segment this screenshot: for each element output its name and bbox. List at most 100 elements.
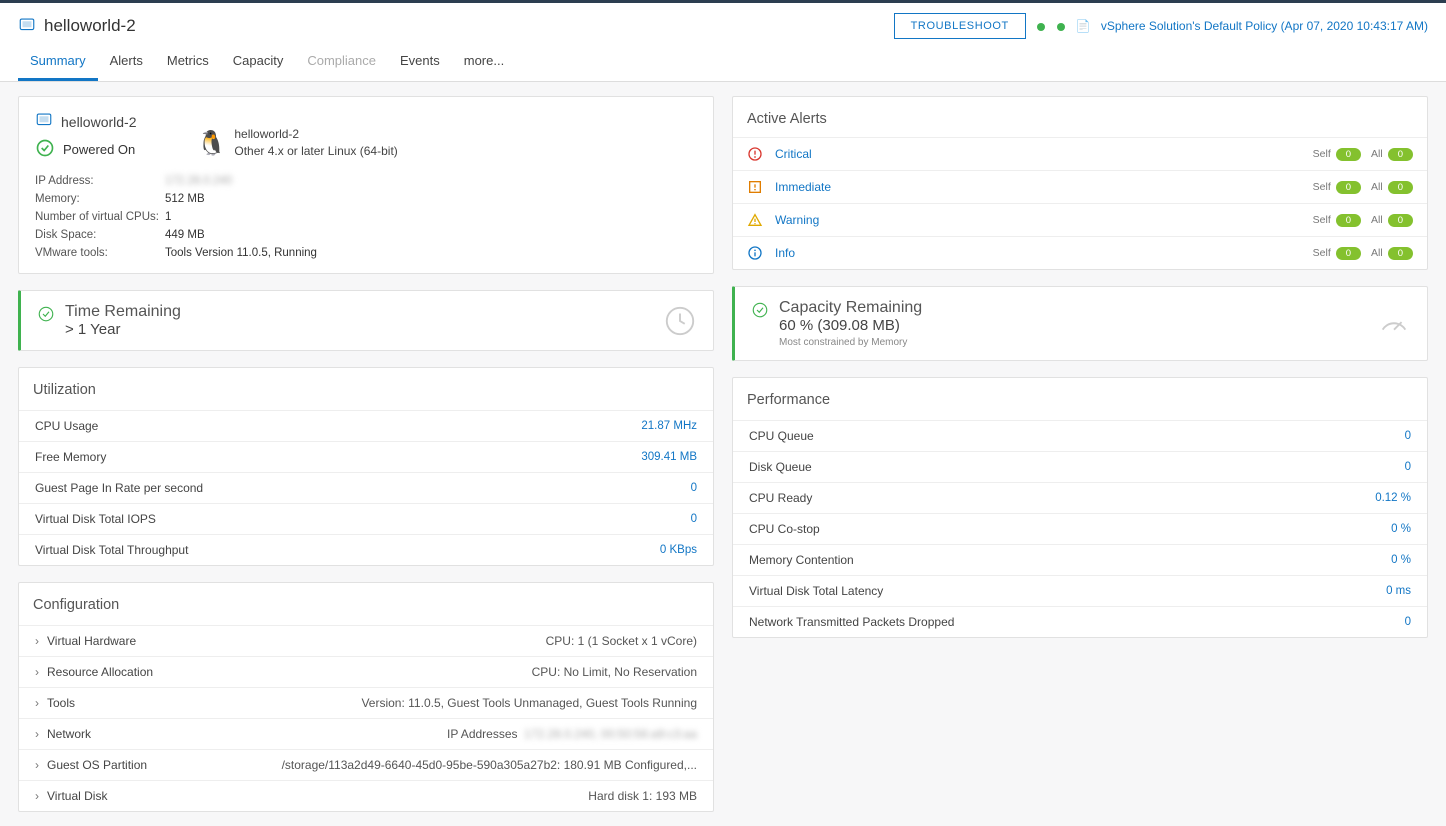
- metric-value[interactable]: 0: [691, 482, 697, 494]
- utilization-title: Utilization: [19, 368, 713, 410]
- config-label: Resource Allocation: [47, 665, 153, 679]
- os-vm-name: helloworld-2: [234, 126, 397, 143]
- prop-label-ip: IP Address:: [35, 175, 165, 187]
- vm-summary-card: helloworld-2 Powered On 🐧 helloworld-2: [18, 96, 714, 274]
- alert-all-count[interactable]: 0: [1388, 247, 1413, 260]
- alert-self-label: Self: [1313, 148, 1331, 160]
- alert-self-count[interactable]: 0: [1336, 247, 1361, 260]
- prop-label-mem: Memory:: [35, 193, 165, 205]
- alert-self-label: Self: [1313, 214, 1331, 226]
- performance-title: Performance: [733, 378, 1427, 420]
- expand-chevron-icon[interactable]: ›: [35, 758, 39, 772]
- expand-chevron-icon[interactable]: ›: [35, 696, 39, 710]
- config-row: › Virtual Disk Hard disk 1: 193 MB: [19, 780, 713, 811]
- time-remaining-card: Time Remaining > 1 Year: [18, 290, 714, 351]
- network-details: 172.28.0.240, 00:50:56:a9:c3:aa: [524, 727, 697, 741]
- config-row: › Virtual Hardware CPU: 1 (1 Socket x 1 vC…: [19, 625, 713, 656]
- metric-label: Memory Contention: [749, 553, 854, 567]
- alert-row-critical: Critical Self 0 All 0: [733, 137, 1427, 170]
- config-value: IP Addresses 172.28.0.240, 00:50:56:a9:c…: [447, 727, 697, 741]
- metric-label: CPU Co-stop: [749, 522, 820, 536]
- troubleshoot-button[interactable]: TROUBLESHOOT: [894, 13, 1026, 39]
- capacity-remaining-card: Capacity Remaining 60 % (309.08 MB) Most…: [732, 286, 1428, 361]
- config-value: Hard disk 1: 193 MB: [588, 789, 697, 803]
- alert-self-count[interactable]: 0: [1336, 214, 1361, 227]
- alert-all-count[interactable]: 0: [1388, 214, 1413, 227]
- prop-value-ip: 172.28.0.240: [165, 175, 697, 187]
- configuration-card: Configuration › Virtual Hardware CPU: 1 (1…: [18, 582, 714, 812]
- alert-level-link[interactable]: Critical: [775, 147, 1301, 161]
- tab-metrics[interactable]: Metrics: [155, 39, 221, 81]
- metric-value[interactable]: 309.41 MB: [641, 451, 697, 463]
- metric-label: CPU Ready: [749, 491, 812, 505]
- tab-events[interactable]: Events: [388, 39, 452, 81]
- config-row: ›ToolsVersion: 11.0.5, Guest Tools Unman…: [19, 687, 713, 718]
- configuration-title: Configuration: [19, 583, 713, 625]
- page-header: helloworld-2 TROUBLESHOOT 📄 vSphere Solu…: [0, 3, 1446, 39]
- alert-all-count[interactable]: 0: [1388, 181, 1413, 194]
- metric-value[interactable]: 0: [1405, 430, 1411, 442]
- utilization-row: Virtual Disk Total IOPS0: [19, 503, 713, 534]
- tab-capacity[interactable]: Capacity: [221, 39, 296, 81]
- performance-row: CPU Ready 0.12 %: [733, 482, 1427, 513]
- alert-level-link[interactable]: Info: [775, 246, 1301, 260]
- alert-self-count[interactable]: 0: [1336, 181, 1361, 194]
- prop-value-tools: Tools Version 11.0.5, Running: [165, 247, 697, 259]
- vm-name: helloworld-2: [61, 114, 136, 130]
- capacity-ok-icon: [751, 299, 769, 322]
- power-on-icon: [35, 138, 55, 161]
- metric-value[interactable]: 21.87 MHz: [641, 420, 697, 432]
- expand-chevron-icon[interactable]: ›: [35, 665, 39, 679]
- alert-level-link[interactable]: Warning: [775, 213, 1301, 227]
- performance-row: Disk Queue0: [733, 451, 1427, 482]
- alert-self-count[interactable]: 0: [1336, 148, 1361, 161]
- expand-chevron-icon[interactable]: ›: [35, 789, 39, 803]
- tab-summary[interactable]: Summary: [18, 39, 98, 81]
- metric-label: Free Memory: [35, 450, 106, 464]
- performance-row: CPU Co-stop 0 %: [733, 513, 1427, 544]
- config-label: Guest OS Partition: [47, 758, 147, 772]
- critical-icon: [747, 146, 763, 162]
- time-remaining-title: Time Remaining: [65, 303, 181, 321]
- time-ok-icon: [37, 303, 55, 326]
- policy-link[interactable]: vSphere Solution's Default Policy (Apr 0…: [1101, 19, 1428, 33]
- prop-value-cpu: 1: [165, 211, 697, 223]
- tab-more[interactable]: more...: [452, 39, 516, 81]
- utilization-row: Virtual Disk Total Throughput0 KBps: [19, 534, 713, 565]
- capacity-title: Capacity Remaining: [779, 299, 922, 317]
- config-row: › Resource Allocation CPU: No Limit, No Re…: [19, 656, 713, 687]
- alert-level-link[interactable]: Immediate: [775, 180, 1301, 194]
- config-row: ›Guest OS Partition/storage/113a2d49-664…: [19, 749, 713, 780]
- metric-label: Guest Page In Rate per second: [35, 481, 203, 495]
- alert-all-label: All: [1371, 148, 1383, 160]
- config-value: CPU: No Limit, No Reservation: [532, 665, 697, 679]
- config-label: Virtual Hardware: [47, 634, 136, 648]
- metric-value[interactable]: 0: [1405, 616, 1411, 628]
- warning-icon: [747, 212, 763, 228]
- metric-value[interactable]: 0: [1405, 461, 1411, 473]
- utilization-row: Free Memory 309.41 MB: [19, 441, 713, 472]
- alert-all-count[interactable]: 0: [1388, 148, 1413, 161]
- expand-chevron-icon[interactable]: ›: [35, 634, 39, 648]
- metric-label: CPU Usage: [35, 419, 98, 433]
- prop-value-disk: 449 MB: [165, 229, 697, 241]
- tab-alerts[interactable]: Alerts: [98, 39, 155, 81]
- expand-chevron-icon[interactable]: ›: [35, 727, 39, 741]
- policy-icon: 📄: [1076, 19, 1091, 33]
- config-label: Tools: [47, 696, 75, 710]
- alert-row-immediate: ImmediateSelf0All0: [733, 170, 1427, 203]
- alert-all-label: All: [1371, 214, 1383, 226]
- page-title: helloworld-2: [44, 16, 136, 36]
- metric-value[interactable]: 0: [691, 513, 697, 525]
- tab-compliance[interactable]: Compliance: [295, 39, 388, 81]
- metric-value[interactable]: 0 %: [1391, 554, 1411, 566]
- status-dot-online: [1036, 21, 1046, 31]
- alert-row-warning: Warning Self 0 All 0: [733, 203, 1427, 236]
- performance-row: Memory Contention 0 %: [733, 544, 1427, 575]
- metric-value[interactable]: 0 KBps: [660, 544, 697, 556]
- config-value: CPU: 1 (1 Socket x 1 vCore): [546, 634, 697, 648]
- config-label: Virtual Disk: [47, 789, 107, 803]
- metric-value[interactable]: 0 %: [1391, 523, 1411, 535]
- metric-value[interactable]: 0.12 %: [1375, 492, 1411, 504]
- metric-value[interactable]: 0 ms: [1386, 585, 1411, 597]
